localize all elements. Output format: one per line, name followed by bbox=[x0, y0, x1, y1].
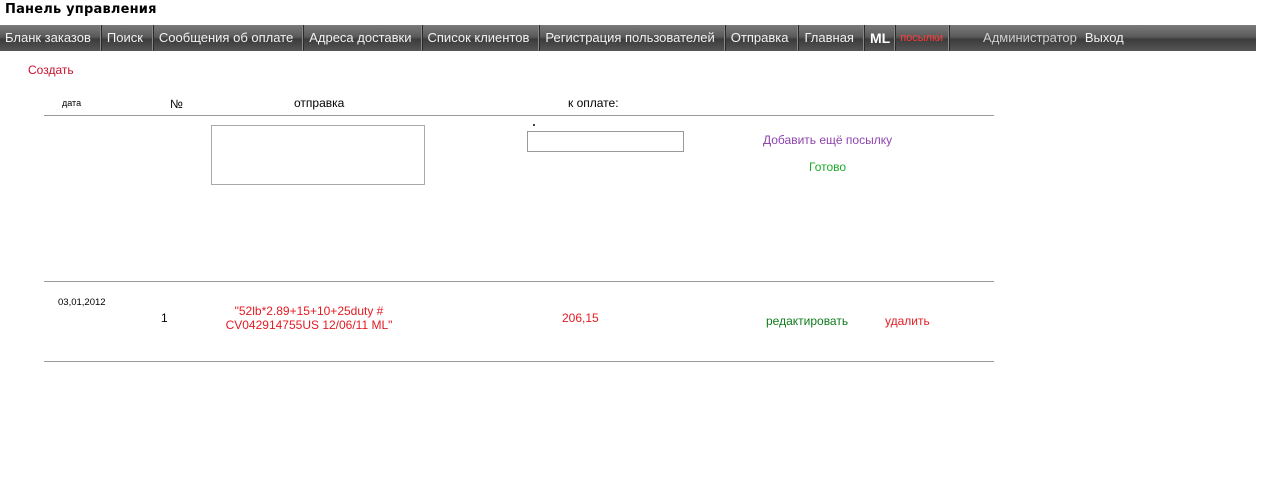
row-payment: 206,15 bbox=[562, 311, 599, 325]
row-number: 1 bbox=[161, 311, 168, 325]
create-link[interactable]: Создать bbox=[28, 63, 74, 77]
row-divider bbox=[44, 361, 994, 362]
row-date: 03,01,2012 bbox=[58, 297, 106, 308]
nav-home[interactable]: Главная bbox=[799, 25, 865, 51]
nav-user-registration[interactable]: Регистрация пользователей bbox=[540, 25, 726, 51]
payment-input[interactable] bbox=[527, 131, 684, 152]
nav-search[interactable]: Поиск bbox=[102, 25, 154, 51]
nav-logout[interactable]: Выход bbox=[1085, 25, 1124, 51]
delete-link[interactable]: удалить bbox=[885, 314, 930, 328]
done-link[interactable]: Готово bbox=[809, 160, 846, 174]
form-divider bbox=[44, 281, 994, 282]
nav-parcels[interactable]: посылки bbox=[896, 25, 951, 51]
row-shipment: "52lb*2.89+15+10+25duty # CV042914755US … bbox=[225, 304, 393, 332]
nav-payment-messages[interactable]: Сообщения об оплате bbox=[154, 25, 305, 51]
nav-delivery-addresses[interactable]: Адреса доставки bbox=[304, 25, 423, 51]
nav-ml[interactable]: ML bbox=[865, 25, 897, 51]
nav-client-list[interactable]: Список клиентов bbox=[423, 25, 541, 51]
column-header-shipment: отправка bbox=[294, 96, 345, 110]
page-title: Панель управления bbox=[5, 2, 157, 17]
header-divider bbox=[44, 115, 994, 116]
main-navbar: Бланк заказов Поиск Сообщения об оплате … bbox=[0, 25, 1256, 51]
nav-order-form[interactable]: Бланк заказов bbox=[0, 25, 102, 51]
nav-shipment[interactable]: Отправка bbox=[726, 25, 800, 51]
column-header-number: № bbox=[170, 97, 183, 111]
edit-link[interactable]: редактировать bbox=[766, 314, 848, 328]
decorative-dot bbox=[533, 124, 535, 126]
shipment-textarea[interactable] bbox=[211, 125, 425, 185]
add-parcel-link[interactable]: Добавить ещё посылку bbox=[763, 133, 892, 147]
column-header-payment: к оплате: bbox=[568, 96, 619, 110]
column-header-date: дата bbox=[62, 98, 82, 108]
nav-admin-label: Администратор bbox=[983, 30, 1077, 45]
